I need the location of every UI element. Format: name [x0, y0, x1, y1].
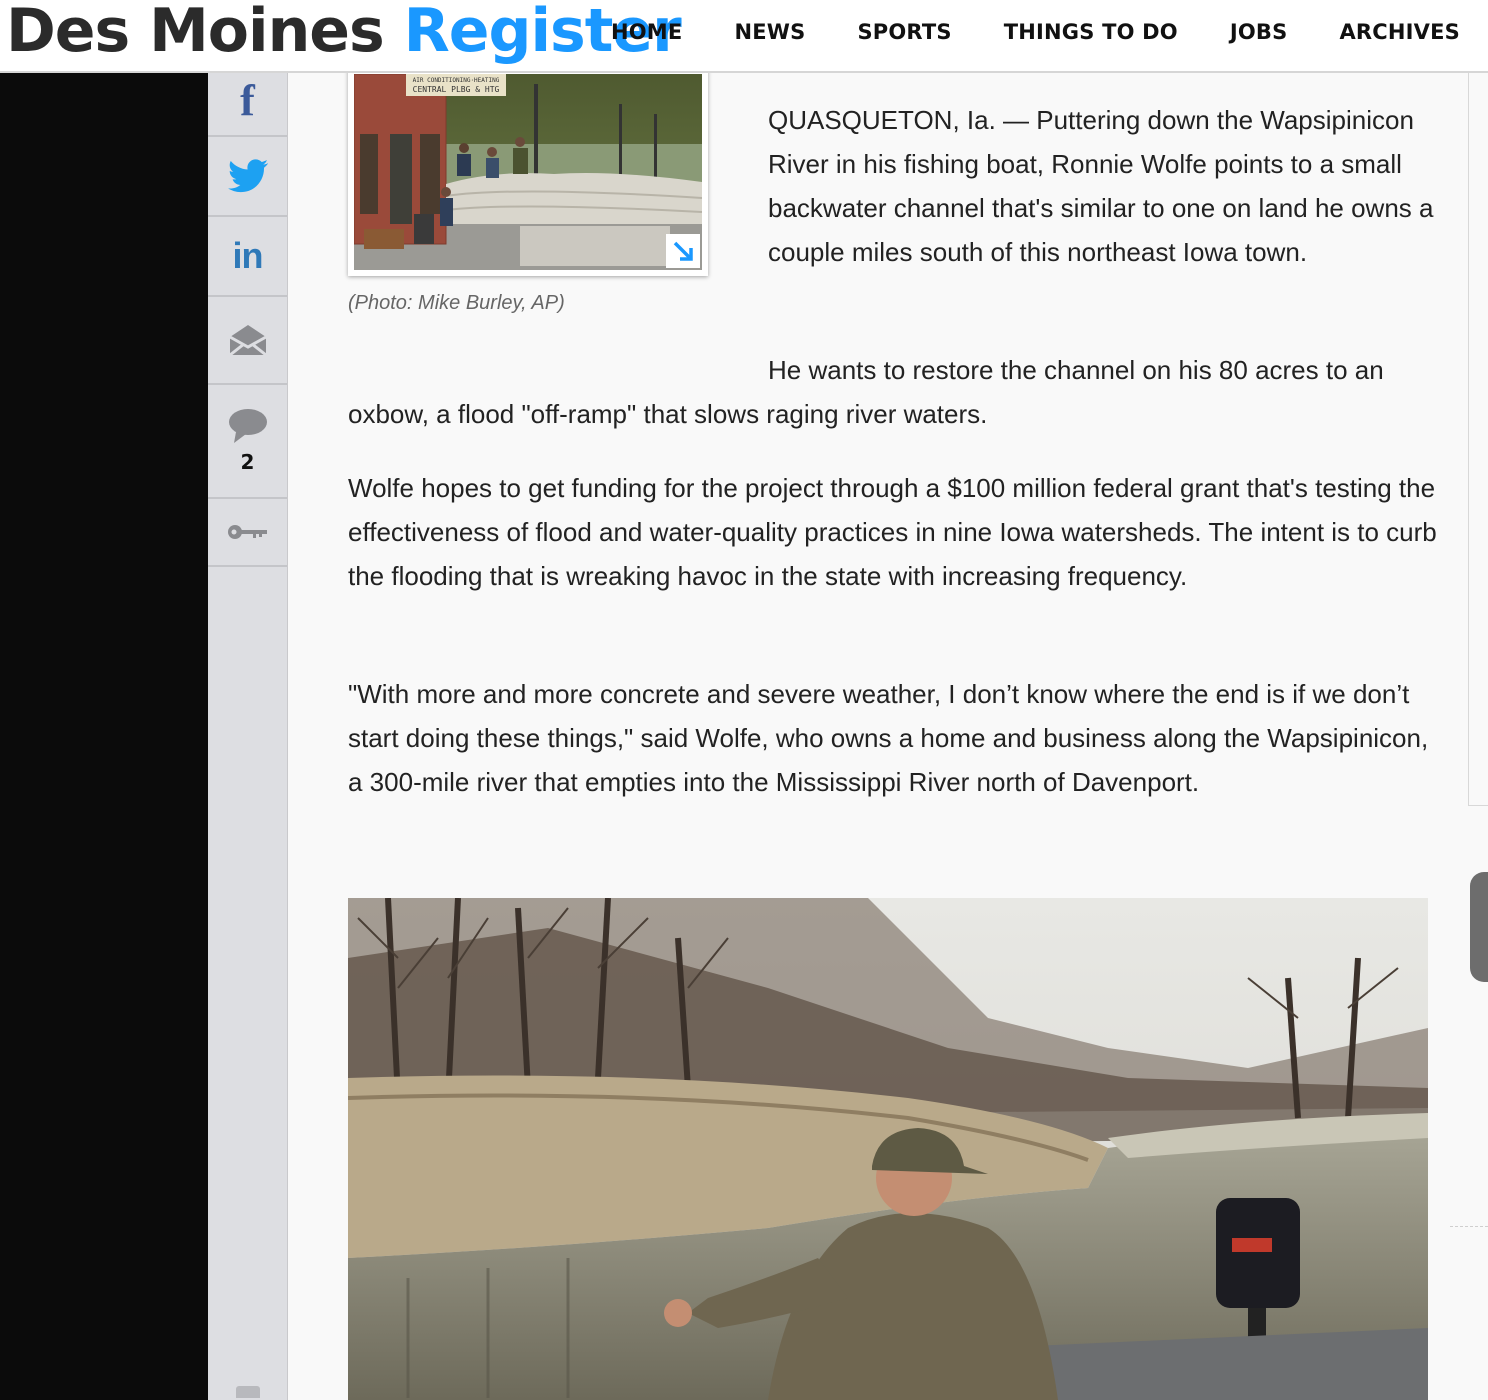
sign-line-2: CENTRAL PLBG & HTG	[413, 85, 500, 94]
key-icon	[227, 525, 267, 539]
article-photo-2[interactable]	[348, 898, 1428, 1400]
linkedin-icon: in	[232, 235, 264, 276]
share-email-button[interactable]	[208, 297, 287, 385]
site-header: Des Moines Register HOME NEWS SPORTS THI…	[0, 0, 1488, 73]
logo-des-moines: Des Moines	[6, 0, 385, 66]
divider	[1450, 1226, 1488, 1227]
article-paragraph: "With more and more concrete and severe …	[348, 679, 1429, 797]
document-icon[interactable]	[236, 1386, 260, 1398]
nav-sports[interactable]: SPORTS	[857, 18, 951, 46]
comment-icon	[228, 409, 267, 443]
expand-arrow-icon	[673, 241, 693, 261]
nav-archives[interactable]: ARCHIVES	[1339, 18, 1460, 46]
river-boat-photo	[348, 898, 1428, 1400]
article-paragraph: He wants to restore the channel on his 8…	[348, 355, 1384, 429]
share-twitter-button[interactable]	[208, 137, 287, 217]
nav-home[interactable]: HOME	[611, 18, 682, 46]
comments-button[interactable]: 2	[208, 385, 287, 499]
key-button[interactable]	[208, 499, 287, 567]
right-side-rail	[1468, 73, 1488, 806]
share-linkedin-button[interactable]: in	[208, 217, 287, 297]
comment-count: 2	[240, 450, 255, 474]
expand-photo-button[interactable]	[666, 234, 700, 268]
sandbag-photo: AIR CONDITIONING·HEATING CENTRAL PLBG & …	[354, 74, 702, 270]
article-photo-1[interactable]: AIR CONDITIONING·HEATING CENTRAL PLBG & …	[348, 60, 708, 276]
sandbag-photo-image: AIR CONDITIONING·HEATING CENTRAL PLBG & …	[354, 74, 702, 270]
photo-caption: (Photo: Mike Burley, AP)	[348, 292, 565, 314]
article-paragraph: Wolfe hopes to get funding for the proje…	[348, 473, 1437, 591]
nav-things-to-do[interactable]: THINGS TO DO	[1004, 18, 1178, 46]
page: Des Moines Register HOME NEWS SPORTS THI…	[0, 0, 1488, 1400]
left-margin-band	[0, 73, 208, 1400]
email-icon	[228, 325, 267, 357]
share-rail: f in 2	[208, 73, 288, 1400]
nav-news[interactable]: NEWS	[734, 18, 805, 46]
sign-line-1: AIR CONDITIONING·HEATING	[413, 77, 500, 84]
nav-jobs[interactable]: JOBS	[1230, 18, 1288, 46]
side-scroll-tab[interactable]	[1470, 872, 1488, 982]
share-facebook-button[interactable]: f	[208, 73, 287, 137]
facebook-icon: f	[240, 76, 255, 125]
twitter-icon	[227, 159, 268, 193]
main-nav: HOME NEWS SPORTS THINGS TO DO JOBS ARCHI…	[559, 18, 1460, 46]
article-paragraph: QUASQUETON, Ia. — Puttering down the Wap…	[768, 105, 1434, 267]
